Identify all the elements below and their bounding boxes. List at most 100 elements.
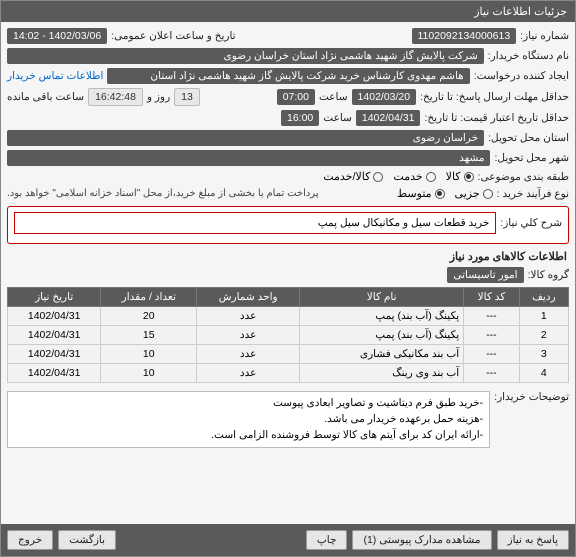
th-code: کد کالا bbox=[464, 288, 520, 307]
cell-code: --- bbox=[464, 326, 520, 345]
cell-qty: 15 bbox=[101, 326, 197, 345]
payment-note: پرداخت تمام یا بخشی از مبلغ خرید،از محل … bbox=[7, 188, 319, 199]
need-desc-value: خرید قطعات سیل و مکانیکال سیل پمپ bbox=[14, 212, 496, 234]
goods-group-value: امور تاسیساتی bbox=[447, 267, 523, 283]
need-number-label: شماره نیاز: bbox=[520, 30, 569, 42]
radio-small-label: جزیی bbox=[455, 187, 480, 200]
radio-both[interactable]: کالا/خدمت bbox=[323, 170, 383, 183]
requester-label: ایجاد کننده درخواست: bbox=[474, 70, 569, 82]
cell-date: 1402/04/31 bbox=[8, 326, 101, 345]
goods-group-label: گروه کالا: bbox=[528, 269, 569, 281]
cell-code: --- bbox=[464, 345, 520, 364]
radio-both-label: کالا/خدمت bbox=[323, 170, 370, 183]
buyer-org-value: شرکت پالایش گاز شهید هاشمی نژاد استان خر… bbox=[7, 48, 484, 64]
table-row[interactable]: 3---آب بند مکانیکی فشاریعدد101402/04/31 bbox=[8, 345, 569, 364]
th-row: ردیف bbox=[519, 288, 568, 307]
buyer-note-line: -ارائه ایران کد برای آیتم های کالا توسط … bbox=[14, 428, 483, 444]
cell-qty: 10 bbox=[101, 364, 197, 383]
radio-goods-label: کالا bbox=[446, 170, 461, 183]
th-unit: واحد شمارش bbox=[197, 288, 300, 307]
th-date: تاریخ نیاز bbox=[8, 288, 101, 307]
exit-button[interactable]: خروج bbox=[7, 530, 53, 550]
hour-label-1: ساعت bbox=[319, 91, 348, 103]
city-value: مشهد bbox=[7, 150, 490, 166]
city-label: شهر محل تحویل: bbox=[494, 152, 569, 164]
need-desc-section: شرح کلي نياز: خرید قطعات سیل و مکانیکال … bbox=[7, 206, 569, 244]
cell-qty: 10 bbox=[101, 345, 197, 364]
time-remain: 16:42:48 bbox=[88, 88, 143, 106]
purchase-type-label: نوع فرآیند خرید : bbox=[497, 188, 569, 200]
province-label: استان محل تحویل: bbox=[488, 132, 569, 144]
cell-row: 3 bbox=[519, 345, 568, 364]
cell-row: 1 bbox=[519, 307, 568, 326]
announce-date-label: تاریخ و ساعت اعلان عمومی: bbox=[111, 30, 235, 42]
radio-goods[interactable]: کالا bbox=[446, 170, 474, 183]
items-table: ردیف کد کالا نام کالا واحد شمارش تعداد /… bbox=[7, 287, 569, 383]
days-remain: 13 bbox=[174, 88, 200, 106]
table-row[interactable]: 2---پکینگ (آب بند) پمپعدد151402/04/31 bbox=[8, 326, 569, 345]
deadline-date: 1402/03/20 bbox=[352, 89, 417, 105]
details-window: جزئیات اطلاعات نیاز شماره نیاز: 11020921… bbox=[0, 0, 576, 557]
cell-qty: 20 bbox=[101, 307, 197, 326]
th-qty: تعداد / مقدار bbox=[101, 288, 197, 307]
cell-date: 1402/04/31 bbox=[8, 364, 101, 383]
cell-code: --- bbox=[464, 307, 520, 326]
radio-dot-icon bbox=[464, 172, 474, 182]
cell-date: 1402/04/31 bbox=[8, 307, 101, 326]
time-suffix: ساعت باقی مانده bbox=[7, 91, 84, 103]
radio-dot-icon bbox=[426, 172, 436, 182]
buyer-notes-label: توضیحات خریدار: bbox=[494, 391, 569, 403]
cell-name: آب بند مکانیکی فشاری bbox=[300, 345, 464, 364]
need-number-value: 1102092134000613 bbox=[412, 28, 517, 44]
cell-name: پکینگ (آب بند) پمپ bbox=[300, 326, 464, 345]
cell-unit: عدد bbox=[197, 307, 300, 326]
items-info-title: اطلاعات کالاهای مورد نیاز bbox=[9, 250, 567, 263]
contact-info-link[interactable]: اطلاعات تماس خریدار bbox=[7, 70, 103, 82]
deadline-time: 07:00 bbox=[277, 89, 315, 105]
radio-dot-icon bbox=[373, 172, 383, 182]
th-name: نام کالا bbox=[300, 288, 464, 307]
cell-date: 1402/04/31 bbox=[8, 345, 101, 364]
validity-label: حداقل تاریخ اعتبار قیمت: تا تاریخ: bbox=[424, 112, 569, 124]
buyer-notes-box: -خرید طبق فرم دیتاشیت و تصاویر ابعادی پی… bbox=[7, 391, 490, 448]
window-title: جزئیات اطلاعات نیاز bbox=[474, 5, 567, 18]
days-suffix: روز و bbox=[147, 91, 170, 103]
table-row[interactable]: 4---آب بند وی رینگعدد101402/04/31 bbox=[8, 364, 569, 383]
buyer-org-label: نام دستگاه خریدار: bbox=[488, 50, 569, 62]
need-desc-label: شرح کلي نياز: bbox=[500, 217, 562, 229]
province-value: خراسان رضوی bbox=[7, 130, 484, 146]
category-label: طبقه بندی موضوعی: bbox=[478, 171, 569, 183]
radio-service[interactable]: خدمت bbox=[393, 170, 435, 183]
radio-medium[interactable]: متوسط bbox=[397, 187, 445, 200]
view-docs-button[interactable]: مشاهده مدارک پیوستی (1) bbox=[352, 530, 491, 550]
announce-date-value: 1402/03/06 - 14:02 bbox=[7, 28, 107, 44]
radio-dot-icon bbox=[483, 189, 493, 199]
cell-code: --- bbox=[464, 364, 520, 383]
cell-unit: عدد bbox=[197, 326, 300, 345]
cell-row: 4 bbox=[519, 364, 568, 383]
back-button[interactable]: بازگشت bbox=[58, 530, 116, 550]
validity-date: 1402/04/31 bbox=[356, 110, 421, 126]
cell-unit: عدد bbox=[197, 364, 300, 383]
deadline-label: حداقل مهلت ارسال پاسخ: تا تاریخ: bbox=[420, 91, 569, 103]
cell-name: آب بند وی رینگ bbox=[300, 364, 464, 383]
requester-value: هاشم مهدوی کارشناس خرید شرکت پالایش گاز … bbox=[107, 68, 469, 84]
validity-time: 16:00 bbox=[281, 110, 319, 126]
content-area: شماره نیاز: 1102092134000613 تاریخ و ساع… bbox=[1, 22, 575, 524]
table-header-row: ردیف کد کالا نام کالا واحد شمارش تعداد /… bbox=[8, 288, 569, 307]
cell-unit: عدد bbox=[197, 345, 300, 364]
buyer-note-line: -خرید طبق فرم دیتاشیت و تصاویر ابعادی پی… bbox=[14, 396, 483, 412]
radio-small[interactable]: جزیی bbox=[455, 187, 493, 200]
purchase-radio-group: جزیی متوسط bbox=[397, 187, 493, 200]
radio-service-label: خدمت bbox=[393, 170, 422, 183]
respond-button[interactable]: پاسخ به نیاز bbox=[497, 530, 569, 550]
hour-label-2: ساعت bbox=[323, 112, 352, 124]
table-row[interactable]: 1---پکینگ (آب بند) پمپعدد201402/04/31 bbox=[8, 307, 569, 326]
title-bar: جزئیات اطلاعات نیاز bbox=[1, 1, 575, 22]
radio-dot-icon bbox=[435, 189, 445, 199]
cell-row: 2 bbox=[519, 326, 568, 345]
radio-medium-label: متوسط bbox=[397, 187, 432, 200]
category-radio-group: کالا خدمت کالا/خدمت bbox=[323, 170, 473, 183]
print-button[interactable]: چاپ bbox=[306, 530, 348, 550]
buyer-note-line: -هزینه حمل برعهده خریدار می باشد. bbox=[14, 412, 483, 428]
